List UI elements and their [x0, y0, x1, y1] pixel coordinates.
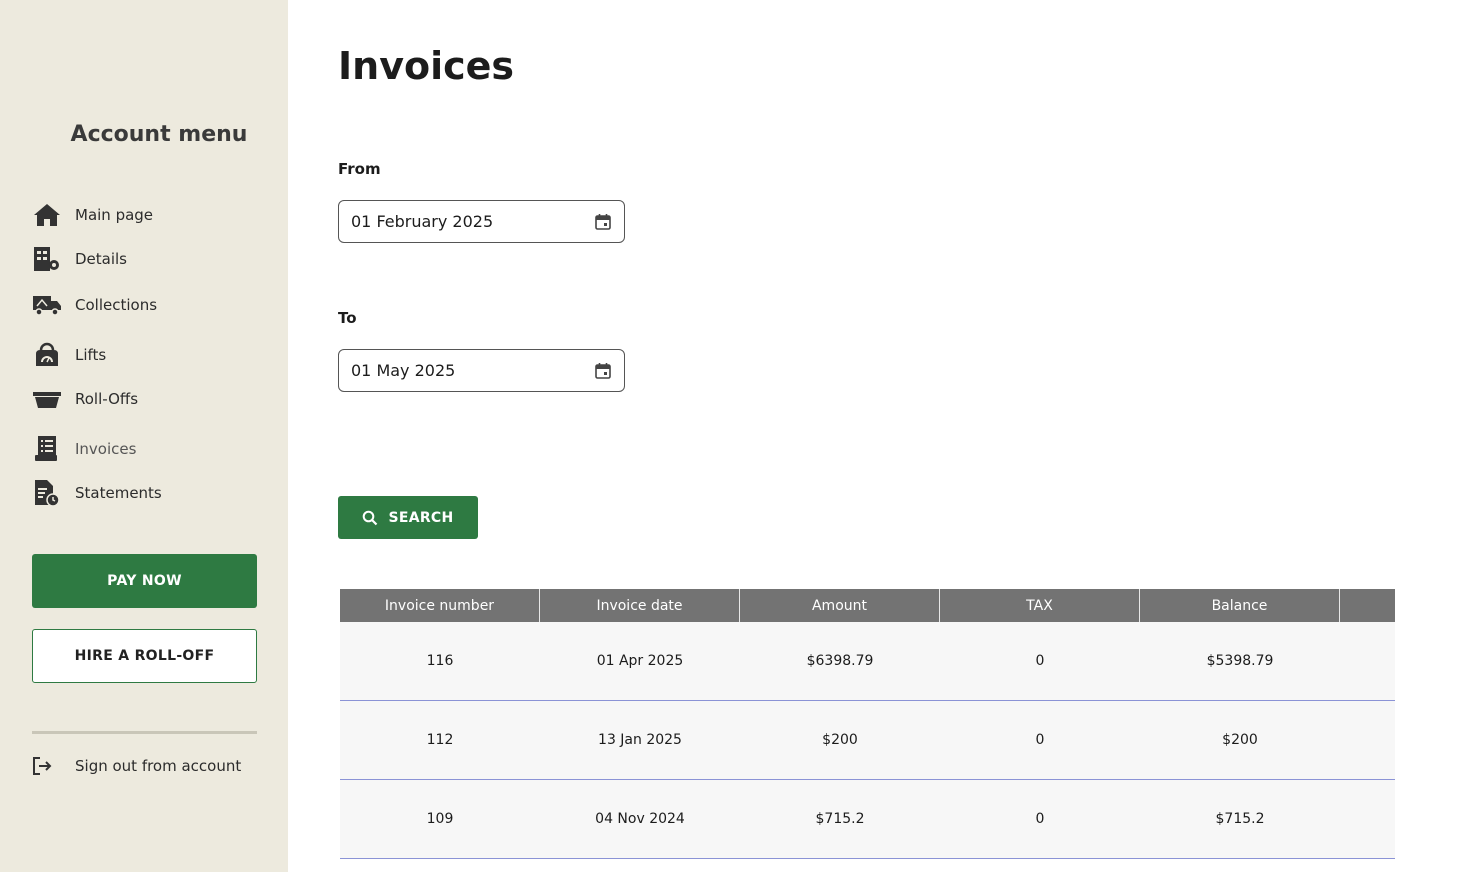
cell-balance: $715.2	[1215, 811, 1265, 827]
sidebar-item-label: Statements	[75, 484, 162, 502]
search-button-label: SEARCH	[388, 509, 454, 526]
sidebar-title: Account menu	[70, 122, 248, 147]
sign-out-label: Sign out from account	[75, 757, 242, 775]
sidebar-item-label: Roll-Offs	[75, 390, 139, 408]
cell-balance: $5398.79	[1206, 653, 1274, 669]
calendar-icon[interactable]	[594, 362, 612, 380]
column-header-amount[interactable]: Amount	[740, 589, 940, 622]
cell-invoice-date: 01 Apr 2025	[596, 653, 684, 669]
to-date-field[interactable]: 01 May 2025	[338, 349, 625, 392]
page-title: Invoices	[338, 44, 515, 88]
cell-amount: $6398.79	[806, 653, 874, 669]
to-label: To	[338, 309, 357, 327]
sidebar-item-label: Details	[75, 250, 128, 268]
cell-extra	[1340, 701, 1395, 779]
bin-lift-icon	[32, 340, 62, 370]
sidebar-item-main-page[interactable]: Main page	[32, 199, 153, 231]
pay-now-button[interactable]: PAY NOW	[32, 554, 257, 608]
column-header-balance[interactable]: Balance	[1140, 589, 1340, 622]
sidebar-item-label: Collections	[75, 296, 158, 314]
cell-balance: $200	[1222, 732, 1258, 748]
sidebar-divider	[32, 731, 257, 734]
column-header-tax[interactable]: TAX	[940, 589, 1140, 622]
column-header-extra	[1340, 589, 1395, 622]
sidebar-item-collections[interactable]: Collections	[32, 289, 157, 321]
column-header-invoice-number[interactable]: Invoice number	[340, 589, 540, 622]
invoice-icon	[32, 434, 62, 464]
cell-invoice-number: 109	[426, 811, 454, 827]
from-date-field[interactable]: 01 February 2025	[338, 200, 625, 243]
building-gear-icon	[32, 244, 62, 274]
cell-invoice-number: 116	[426, 653, 454, 669]
from-label: From	[338, 160, 381, 178]
to-date-value: 01 May 2025	[351, 361, 456, 380]
cell-invoice-date: 13 Jan 2025	[598, 732, 682, 748]
calendar-icon[interactable]	[594, 213, 612, 231]
cell-amount: $200	[822, 732, 858, 748]
table-header: Invoice number Invoice date Amount TAX B…	[340, 589, 1395, 622]
statement-clock-icon	[32, 478, 62, 508]
cell-amount: $715.2	[815, 811, 865, 827]
sidebar-item-roll-offs[interactable]: Roll-Offs	[32, 383, 138, 415]
cell-tax: 0	[1035, 653, 1045, 669]
cell-invoice-number: 112	[426, 732, 454, 748]
account-sidebar: Account menu Main page Details Collectio…	[0, 0, 288, 872]
search-button[interactable]: SEARCH	[338, 496, 478, 539]
cell-tax: 0	[1035, 811, 1045, 827]
table-row[interactable]: 116 01 Apr 2025 $6398.79 0 $5398.79	[340, 622, 1395, 701]
sidebar-item-details[interactable]: Details	[32, 243, 127, 275]
home-icon	[32, 200, 62, 230]
sign-out-link[interactable]: Sign out from account	[32, 752, 241, 780]
table-row[interactable]: 109 04 Nov 2024 $715.2 0 $715.2	[340, 780, 1395, 859]
sidebar-item-statements[interactable]: Statements	[32, 477, 162, 509]
dumpster-icon	[32, 384, 62, 414]
sidebar-item-label: Invoices	[75, 440, 137, 458]
cell-extra	[1340, 780, 1395, 858]
column-header-invoice-date[interactable]: Invoice date	[540, 589, 740, 622]
cell-invoice-date: 04 Nov 2024	[595, 811, 685, 827]
sidebar-item-label: Main page	[75, 206, 154, 224]
cell-tax: 0	[1035, 732, 1045, 748]
truck-icon	[32, 290, 62, 320]
sign-out-icon	[32, 756, 52, 776]
cell-extra	[1340, 622, 1395, 700]
invoices-table: Invoice number Invoice date Amount TAX B…	[340, 589, 1395, 859]
hire-roll-off-button[interactable]: HIRE A ROLL-OFF	[32, 629, 257, 683]
table-row[interactable]: 112 13 Jan 2025 $200 0 $200	[340, 701, 1395, 780]
sidebar-item-label: Lifts	[75, 346, 107, 364]
from-date-value: 01 February 2025	[351, 212, 494, 231]
sidebar-item-invoices[interactable]: Invoices	[32, 433, 136, 465]
search-icon	[362, 510, 378, 526]
sidebar-item-lifts[interactable]: Lifts	[32, 339, 106, 371]
